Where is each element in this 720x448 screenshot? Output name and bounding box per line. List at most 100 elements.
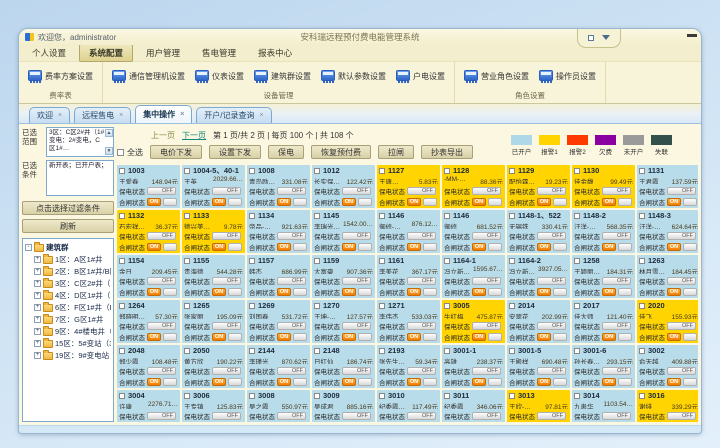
meter-card[interactable]: 3001-1高雄238.37元保电状态OFF合闸状态ON bbox=[442, 345, 505, 388]
meter-card[interactable]: 3016谢绯339.29元保电状态OFF合闸状态ON bbox=[637, 390, 698, 422]
tree-item[interactable]: +9区：4#楼电井（4#楼 bbox=[25, 325, 111, 337]
meter-checkbox[interactable] bbox=[184, 213, 190, 219]
meter-card[interactable]: 3013王欣-…97.81元保电状态OFF合闸状态ON bbox=[507, 390, 570, 422]
protect-off-toggle[interactable]: OFF bbox=[407, 322, 436, 330]
meter-card[interactable]: 2148日红仙186.74元保电状态OFF合闸状态ON bbox=[312, 345, 375, 388]
meter-card[interactable]: 1148-2汪洋-…568.35元保电状态OFF合闸状态ON bbox=[572, 210, 635, 253]
protect-off-toggle[interactable]: OFF bbox=[277, 277, 306, 285]
protect-off-toggle[interactable]: OFF bbox=[147, 187, 176, 195]
switch-on-toggle[interactable]: ON bbox=[537, 198, 551, 206]
restore-icon[interactable] bbox=[588, 35, 594, 41]
expand-icon[interactable]: + bbox=[34, 292, 41, 299]
protect-off-toggle[interactable]: OFF bbox=[472, 187, 501, 195]
ribbon-button[interactable]: 操作员设置 bbox=[534, 68, 601, 85]
meter-card[interactable]: 2050黄方欣190.22元保电状态OFF合闸状态ON bbox=[182, 345, 245, 388]
meter-checkbox[interactable] bbox=[639, 258, 645, 264]
meter-checkbox[interactable] bbox=[184, 303, 190, 309]
switch-off-toggle[interactable] bbox=[163, 378, 177, 386]
meter-card[interactable]: 1148-1、522无锡铁330.41元保电状态OFF合闸状态ON bbox=[507, 210, 570, 253]
close-icon[interactable]: × bbox=[58, 112, 62, 119]
meter-card[interactable]: 1157韩杰686.99元保电状态OFF合闸状态ON bbox=[247, 255, 310, 298]
meter-checkbox[interactable] bbox=[639, 393, 645, 399]
meter-checkbox[interactable] bbox=[249, 303, 255, 309]
meter-card[interactable]: 1008青岛励…331.08元保电状态OFF合闸状态ON bbox=[247, 165, 310, 208]
collapse-icon[interactable]: - bbox=[25, 244, 32, 251]
meter-card[interactable]: 3001-5王殿样690.48元保电状态OFF合闸状态ON bbox=[507, 345, 570, 388]
protect-off-toggle[interactable]: OFF bbox=[342, 367, 371, 375]
expand-icon[interactable]: + bbox=[34, 340, 41, 347]
meter-card[interactable]: 3008吴之霞550.97元保电状态OFF合闸状态ON bbox=[247, 390, 310, 422]
switch-off-toggle[interactable] bbox=[228, 333, 242, 341]
switch-on-toggle[interactable]: ON bbox=[342, 378, 356, 386]
expand-icon[interactable]: + bbox=[34, 304, 41, 311]
switch-off-toggle[interactable] bbox=[683, 243, 697, 251]
meter-checkbox[interactable] bbox=[509, 393, 515, 399]
meter-checkbox[interactable] bbox=[184, 168, 190, 174]
switch-off-toggle[interactable] bbox=[228, 378, 242, 386]
switch-off-toggle[interactable] bbox=[618, 243, 632, 251]
meter-card[interactable]: 1132石宏祥…36.37元保电状态OFF合闸状态ON bbox=[117, 210, 180, 253]
meter-checkbox[interactable] bbox=[574, 303, 580, 309]
switch-on-toggle[interactable]: ON bbox=[212, 378, 226, 386]
ribbon-button[interactable]: 建筑群设置 bbox=[249, 68, 316, 85]
meter-card[interactable]: 1264郑晓明…57.30元保电状态OFF合闸状态ON bbox=[117, 300, 180, 343]
meter-card[interactable]: 1155贵海德544.28元保电状态OFF合闸状态ON bbox=[182, 255, 245, 298]
menu-item-2[interactable]: 系统配置 bbox=[79, 44, 133, 62]
protect-off-toggle[interactable]: OFF bbox=[277, 367, 306, 375]
toolbar-button-6[interactable]: 抄表导出 bbox=[421, 145, 473, 159]
switch-on-toggle[interactable]: ON bbox=[667, 333, 681, 341]
protect-off-toggle[interactable]: OFF bbox=[212, 367, 241, 375]
switch-on-toggle[interactable]: ON bbox=[537, 333, 551, 341]
meter-checkbox[interactable] bbox=[639, 303, 645, 309]
meter-checkbox[interactable] bbox=[639, 213, 645, 219]
switch-on-toggle[interactable]: ON bbox=[537, 288, 551, 296]
protect-off-toggle[interactable]: OFF bbox=[342, 412, 371, 420]
meter-card[interactable]: 3002俞天越409.88元保电状态OFF合闸状态ON bbox=[637, 345, 698, 388]
menu-item-5[interactable]: 报表中心 bbox=[249, 45, 301, 61]
switch-off-toggle[interactable] bbox=[683, 288, 697, 296]
switch-on-toggle[interactable]: ON bbox=[147, 378, 161, 386]
switch-on-toggle[interactable]: ON bbox=[147, 288, 161, 296]
tree-item[interactable]: +1区：A区1#井 bbox=[25, 253, 111, 265]
meter-card[interactable]: 2014安翠花202.99元保电状态OFF合闸状态ON bbox=[507, 300, 570, 343]
protect-off-toggle[interactable]: OFF bbox=[537, 277, 566, 285]
protect-off-toggle[interactable]: OFF bbox=[667, 322, 696, 330]
meter-checkbox[interactable] bbox=[444, 213, 450, 219]
protect-off-toggle[interactable]: OFF bbox=[667, 277, 696, 285]
toolbar-button-5[interactable]: 拉闸 bbox=[378, 145, 414, 159]
switch-off-toggle[interactable] bbox=[358, 378, 372, 386]
meter-checkbox[interactable] bbox=[314, 168, 320, 174]
switch-off-toggle[interactable] bbox=[553, 288, 567, 296]
ribbon-button[interactable]: 费率方案设置 bbox=[23, 68, 98, 85]
tree-item[interactable]: +3区：C区2#井（1#变 bbox=[25, 277, 111, 289]
scroll-down-icon[interactable]: ▼ bbox=[105, 147, 113, 155]
meter-checkbox[interactable] bbox=[379, 348, 385, 354]
switch-off-toggle[interactable] bbox=[488, 288, 502, 296]
tree-item[interactable]: +7区：G区1#井 bbox=[25, 313, 111, 325]
ribbon-button[interactable]: 营业角色设置 bbox=[459, 68, 534, 85]
switch-off-toggle[interactable] bbox=[163, 243, 177, 251]
switch-on-toggle[interactable]: ON bbox=[212, 288, 226, 296]
meter-checkbox[interactable] bbox=[444, 393, 450, 399]
ribbon-button[interactable]: 仪表设置 bbox=[190, 68, 249, 85]
switch-on-toggle[interactable]: ON bbox=[472, 243, 486, 251]
meter-card[interactable]: 1133德兴美…9.78元保电状态OFF合闸状态ON bbox=[182, 210, 245, 253]
protect-off-toggle[interactable]: OFF bbox=[212, 232, 241, 240]
switch-off-toggle[interactable] bbox=[163, 198, 177, 206]
meter-card[interactable]: 1263林月雪…184.45元保电状态OFF合闸状态ON bbox=[637, 255, 698, 298]
meter-checkbox[interactable] bbox=[379, 213, 385, 219]
meter-card[interactable]: 1128-MM-…88.36元保电状态OFF合闸状态ON bbox=[442, 165, 505, 208]
switch-on-toggle[interactable]: ON bbox=[277, 378, 291, 386]
protect-off-toggle[interactable]: OFF bbox=[277, 322, 306, 330]
meter-card[interactable]: 1159大富豪907.36元保电状态OFF合闸状态ON bbox=[312, 255, 375, 298]
ribbon-button[interactable]: 通信管理机设置 bbox=[107, 68, 190, 85]
tab-4[interactable]: 开户/记录查询× bbox=[196, 107, 271, 123]
protect-off-toggle[interactable]: OFF bbox=[602, 232, 631, 240]
protect-off-toggle[interactable]: OFF bbox=[212, 187, 241, 195]
switch-on-toggle[interactable]: ON bbox=[212, 243, 226, 251]
meter-card[interactable]: 1130佳金馥99.49元保电状态OFF合闸状态ON bbox=[572, 165, 635, 208]
switch-on-toggle[interactable]: ON bbox=[667, 288, 681, 296]
meter-checkbox[interactable] bbox=[119, 348, 125, 354]
meter-checkbox[interactable] bbox=[119, 303, 125, 309]
switch-off-toggle[interactable] bbox=[228, 243, 242, 251]
